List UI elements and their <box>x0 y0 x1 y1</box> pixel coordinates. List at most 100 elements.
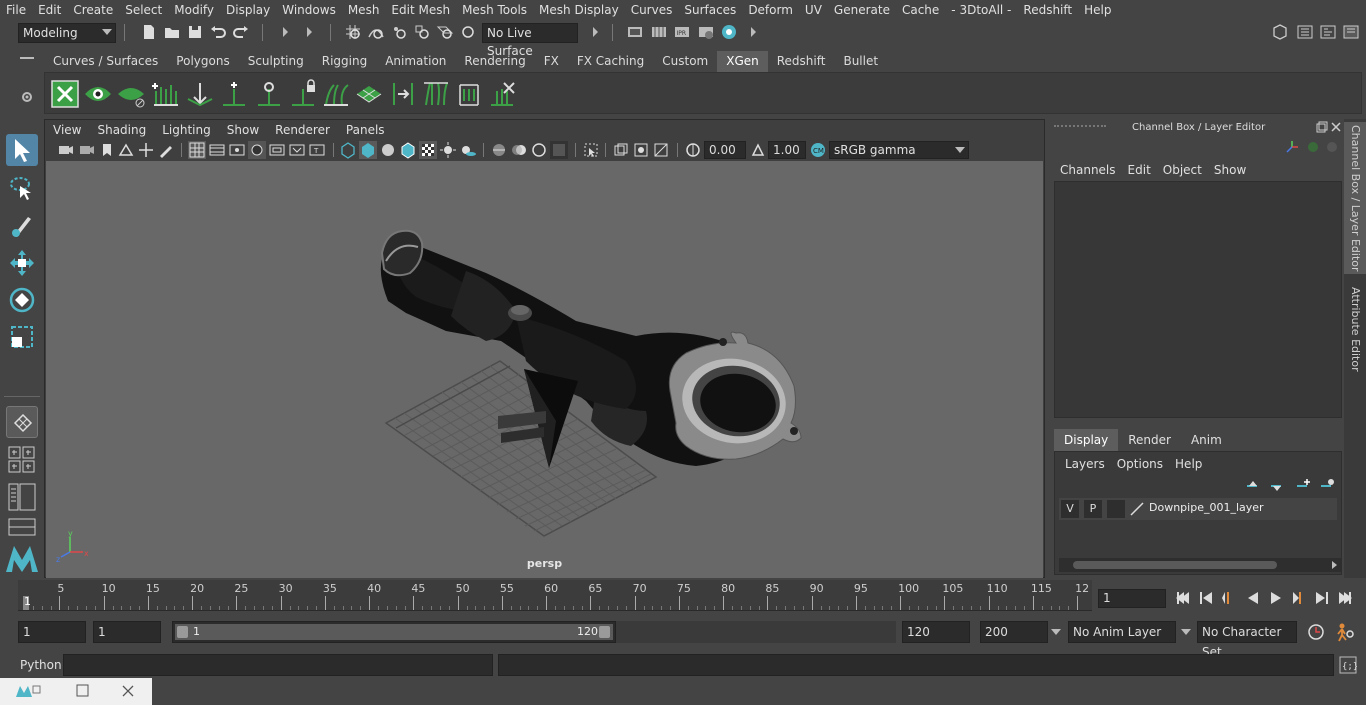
animation-start-field[interactable]: 1 <box>18 621 86 643</box>
tab-channel-box[interactable]: Channel Box / Layer Editor <box>1344 122 1366 274</box>
safe-title-icon[interactable]: T <box>308 141 326 159</box>
chevron-down-icon[interactable] <box>1180 627 1192 637</box>
redo-icon[interactable] <box>232 23 250 41</box>
command-language-label[interactable]: Python <box>20 658 62 672</box>
menu-3dtoall[interactable]: - 3DtoAll - <box>945 0 1017 20</box>
shelf-tab-bullet[interactable]: Bullet <box>834 51 887 72</box>
resolution-gate-icon[interactable] <box>228 141 246 159</box>
wireframe-icon[interactable] <box>339 141 357 159</box>
layer-color-icon[interactable] <box>1129 501 1145 517</box>
panel-menu-renderer[interactable]: Renderer <box>267 120 338 140</box>
exposure-icon[interactable] <box>684 141 702 159</box>
character-set-dropdown[interactable]: No Character Set <box>1197 621 1297 659</box>
use-all-lights-icon[interactable] <box>439 141 457 159</box>
attribute-editor-toggle-icon[interactable] <box>1319 23 1337 41</box>
select-camera-icon[interactable] <box>57 141 75 159</box>
float-panel-icon[interactable] <box>1316 121 1328 133</box>
depth-of-field-icon[interactable] <box>550 141 568 159</box>
xgen-add-guide-icon[interactable] <box>219 79 249 109</box>
xgen-preview-eye-icon[interactable] <box>83 79 113 109</box>
expand-arrow-icon[interactable] <box>300 23 318 41</box>
layer-display-type[interactable] <box>1107 500 1125 518</box>
camera-attributes-icon[interactable] <box>78 141 96 159</box>
move-tool[interactable] <box>6 247 38 279</box>
shelf-tab-xgen[interactable]: XGen <box>717 51 768 72</box>
create-layer-selected-icon[interactable] <box>1319 478 1335 492</box>
ipr-render-icon[interactable]: IPR <box>673 23 691 41</box>
window-restore-icon[interactable] <box>14 683 44 699</box>
live-surface-field[interactable]: No Live Surface <box>482 23 578 58</box>
range-slider-bar[interactable] <box>175 624 613 640</box>
channel-box-menu-edit[interactable]: Edit <box>1122 161 1157 179</box>
move-layer-up-icon[interactable] <box>1245 478 1261 492</box>
save-scene-icon[interactable] <box>186 23 204 41</box>
2d-pan-zoom-icon[interactable] <box>137 141 155 159</box>
create-empty-layer-icon[interactable] <box>1295 478 1311 492</box>
make-live-icon[interactable] <box>459 23 477 41</box>
command-input[interactable] <box>63 654 493 676</box>
xgen-cut-guides-icon[interactable] <box>487 79 517 109</box>
chevron-down-icon[interactable] <box>1050 627 1062 637</box>
hypershade-icon[interactable] <box>720 23 738 41</box>
channel-box-menu-object[interactable]: Object <box>1157 161 1208 179</box>
xray-components-icon[interactable] <box>652 141 670 159</box>
scale-tool[interactable] <box>6 321 38 353</box>
bookmark-icon[interactable] <box>98 141 116 159</box>
range-start-handle[interactable] <box>177 626 188 638</box>
time-slider[interactable]: 5 10 15 20 25 30 35 40 45 50 55 60 65 70 75 80 85 90 95 100… <box>18 580 1092 611</box>
menu-mesh-tools[interactable]: Mesh Tools <box>456 0 533 20</box>
xgen-lock-guides-icon[interactable] <box>288 79 318 109</box>
play-forwards-icon[interactable] <box>1267 589 1285 607</box>
hyper-icon[interactable] <box>1324 139 1340 155</box>
textured-icon[interactable] <box>419 141 437 159</box>
layer-visibility-toggle[interactable]: V <box>1061 500 1079 518</box>
xgen-guide-select-icon[interactable] <box>254 79 284 109</box>
step-forward-key-icon[interactable] <box>1313 589 1331 607</box>
shelf-tab-rigging[interactable]: Rigging <box>313 51 376 72</box>
panel-menu-show[interactable]: Show <box>219 120 267 140</box>
shelf-tab-curves-surfaces[interactable]: Curves / Surfaces <box>44 51 167 72</box>
color-management-icon[interactable]: CM <box>809 141 827 159</box>
shelf-tab-sculpting[interactable]: Sculpting <box>239 51 313 72</box>
speed-icon[interactable] <box>1305 139 1321 155</box>
gate-mask-icon[interactable] <box>248 141 266 159</box>
xgen-curves-to-guides-icon[interactable] <box>421 79 451 109</box>
shelf-tab-fx-caching[interactable]: FX Caching <box>568 51 653 72</box>
time-slider-track[interactable]: 5 10 15 20 25 30 35 40 45 50 55 60 65 70 75 80 85 90 95 100… <box>18 580 1092 611</box>
layout-outliner-persp-icon[interactable] <box>8 483 36 511</box>
render-settings-icon[interactable] <box>697 23 715 41</box>
range-end-handle[interactable] <box>599 626 610 638</box>
layer-menu-help[interactable]: Help <box>1169 454 1208 474</box>
snap-curve-icon[interactable] <box>367 23 385 41</box>
xgen-move-guides-icon[interactable] <box>185 79 215 109</box>
undo-icon[interactable] <box>209 23 227 41</box>
menu-mesh[interactable]: Mesh <box>342 0 386 20</box>
go-to-start-icon[interactable] <box>1174 589 1192 607</box>
field-chart-icon[interactable] <box>268 141 286 159</box>
shelf-tab-rendering[interactable]: Rendering <box>455 51 534 72</box>
snap-grid-icon[interactable] <box>344 23 362 41</box>
close-panel-icon[interactable] <box>1330 121 1342 133</box>
menu-cache[interactable]: Cache <box>896 0 945 20</box>
panel-menu-shading[interactable]: Shading <box>89 120 154 140</box>
menu-uv[interactable]: UV <box>799 0 828 20</box>
channel-box-menu-show[interactable]: Show <box>1208 161 1252 179</box>
tool-settings-toggle-icon[interactable] <box>1342 23 1360 41</box>
layout-graph-persp-icon[interactable] <box>8 518 36 536</box>
menu-edit[interactable]: Edit <box>32 0 67 20</box>
workspace-icon[interactable] <box>1271 23 1289 41</box>
viewport-3d[interactable]: y x z persp <box>46 161 1043 578</box>
step-back-frame-icon[interactable] <box>1220 589 1238 607</box>
open-scene-icon[interactable] <box>163 23 181 41</box>
layer-tab-anim[interactable]: Anim <box>1181 429 1232 451</box>
gamma-icon[interactable] <box>749 141 767 159</box>
smooth-shade-icon[interactable] <box>359 141 377 159</box>
panel-menu-view[interactable]: View <box>45 120 89 140</box>
menu-curves[interactable]: Curves <box>625 0 679 20</box>
menu-deform[interactable]: Deform <box>742 0 799 20</box>
shadows-icon[interactable] <box>459 141 477 159</box>
grid-toggle-icon[interactable] <box>188 141 206 159</box>
snap-view-plane-icon[interactable] <box>436 23 454 41</box>
xgen-density-map-icon[interactable] <box>354 79 384 109</box>
xgen-guide-sculpt-icon[interactable] <box>321 79 351 109</box>
